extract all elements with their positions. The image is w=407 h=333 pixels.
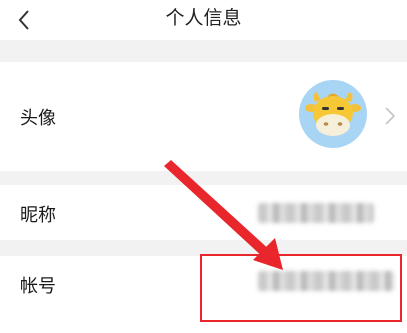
profile-info-screen: 个人信息 头像 昵称 帐号 [0, 0, 407, 333]
nickname-value-blurred [258, 203, 374, 223]
nav-header: 个人信息 [0, 0, 407, 40]
annotation-highlight-box [200, 254, 402, 322]
nickname-label: 昵称 [20, 205, 56, 226]
avatar-label: 头像 [20, 108, 56, 129]
nickname-row[interactable]: 昵称 [0, 185, 407, 240]
account-label: 帐号 [20, 276, 56, 297]
avatar[interactable] [299, 80, 367, 148]
page-title: 个人信息 [165, 7, 242, 29]
chevron-right-icon [385, 107, 396, 125]
avatar-row[interactable]: 头像 [0, 62, 407, 171]
